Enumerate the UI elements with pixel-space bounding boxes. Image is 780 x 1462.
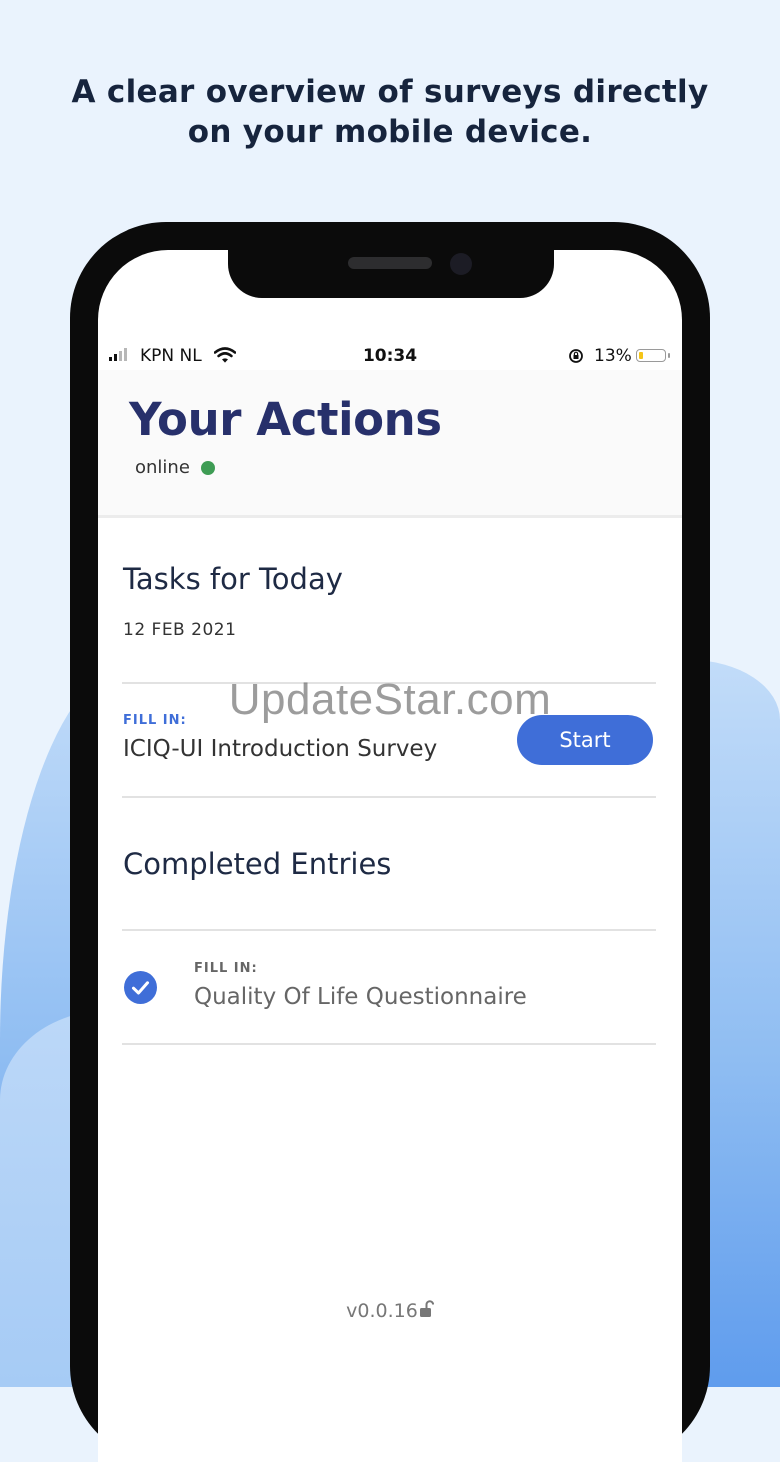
status-bar: KPN NL 10:34 13% [98, 340, 682, 370]
promo-headline-line-2: on your mobile device. [187, 114, 593, 150]
page-title: Your Actions [129, 393, 442, 446]
online-indicator-icon [200, 460, 215, 475]
battery-icon [636, 349, 666, 362]
speaker-grille [348, 257, 432, 269]
divider [122, 1043, 656, 1045]
app-version: v0.0.16 [98, 1300, 682, 1323]
task-title: ICIQ-UI Introduction Survey [123, 736, 438, 762]
battery-terminal [668, 353, 670, 358]
promo-headline-line-1: A clear overview of surveys directly [71, 74, 709, 110]
connection-status: online [135, 457, 215, 478]
unlocked-icon [419, 1300, 434, 1323]
check-circle-icon [124, 971, 157, 1004]
phone-frame: KPN NL 10:34 13% Your Actions online Tas… [70, 222, 710, 1462]
version-label: v0.0.16 [346, 1300, 418, 1322]
phone-screen: KPN NL 10:34 13% Your Actions online Tas… [98, 250, 682, 1462]
orientation-lock-icon [568, 348, 584, 369]
watermark: UpdateStar.com [228, 675, 552, 724]
completed-title: Quality Of Life Questionnaire [194, 984, 527, 1010]
divider [122, 796, 656, 798]
front-camera [450, 253, 472, 275]
divider [122, 929, 656, 931]
tasks-date: 12 FEB 2021 [123, 620, 237, 640]
battery-level-fill [639, 352, 643, 359]
promo-headline: A clear overview of surveys directly on … [0, 72, 780, 152]
tasks-section-title: Tasks for Today [123, 562, 343, 596]
battery-percent: 13% [594, 346, 632, 366]
completed-section-title: Completed Entries [123, 847, 392, 881]
phone-notch [228, 250, 554, 298]
app-header: Your Actions online [98, 370, 682, 518]
connection-status-label: online [135, 457, 190, 478]
completed-fill-in-label: FILL IN: [194, 961, 258, 976]
